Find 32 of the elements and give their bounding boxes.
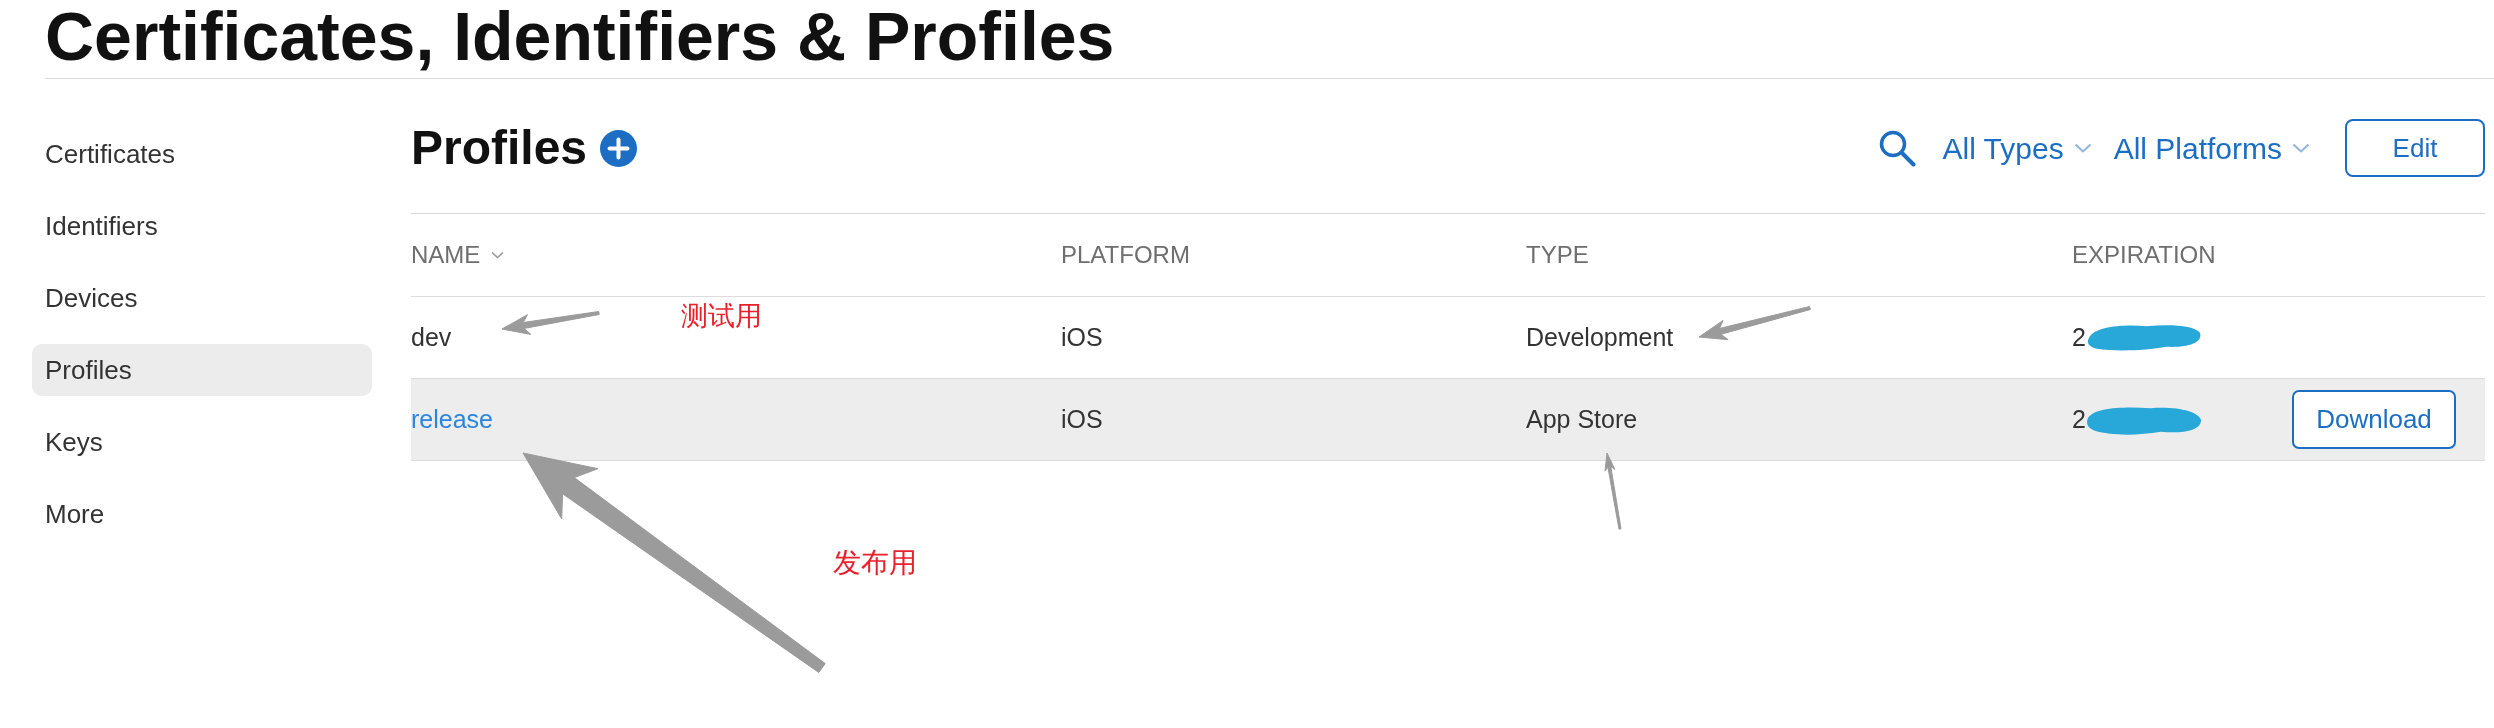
chevron-down-icon xyxy=(2292,143,2310,153)
annotation-note: 发布用 xyxy=(833,549,917,577)
filter-dropdown[interactable]: All Platforms xyxy=(2113,131,2310,165)
table-row[interactable]: release iOS App Store 2 Download xyxy=(411,379,2485,461)
add-icon[interactable] xyxy=(600,129,638,167)
sidebar-item[interactable]: More xyxy=(32,488,372,540)
page-title: Certificates, Identifiers & Profiles xyxy=(45,2,1115,70)
table-cell: Development xyxy=(1526,322,1674,351)
chevron-down-icon xyxy=(2073,143,2092,153)
download-button[interactable]: Download xyxy=(2292,390,2456,449)
sidebar-item[interactable]: Profiles xyxy=(32,344,372,396)
column-header[interactable]: TYPE xyxy=(1526,237,1589,273)
sort-chevron-icon xyxy=(491,251,505,259)
filter-dropdown[interactable]: All Types xyxy=(1942,131,2092,165)
section-title: Profiles xyxy=(411,124,588,172)
table-cell: iOS xyxy=(1061,404,1103,433)
expiration-date: 2 xyxy=(2072,321,2086,353)
expiration-date: 2 xyxy=(2072,403,2086,435)
column-header[interactable]: NAME xyxy=(411,237,505,273)
column-header[interactable]: PLATFORM xyxy=(1061,237,1190,273)
table-cell: iOS xyxy=(1061,322,1103,351)
sidebar-item[interactable]: Devices xyxy=(32,272,372,324)
sidebar-item[interactable]: Keys xyxy=(32,416,372,468)
column-header[interactable]: EXPIRATION xyxy=(2072,237,2216,273)
edit-button[interactable]: Edit xyxy=(2345,119,2485,177)
search-icon[interactable] xyxy=(1878,129,1917,167)
profile-name-link[interactable]: release xyxy=(411,404,493,433)
profile-name: dev xyxy=(411,322,452,351)
sidebar-item[interactable]: Identifiers xyxy=(32,200,372,252)
sidebar-item[interactable]: Certificates xyxy=(32,128,372,180)
annotation-note: 测试用 xyxy=(681,302,762,329)
table-cell: App Store xyxy=(1526,404,1638,433)
